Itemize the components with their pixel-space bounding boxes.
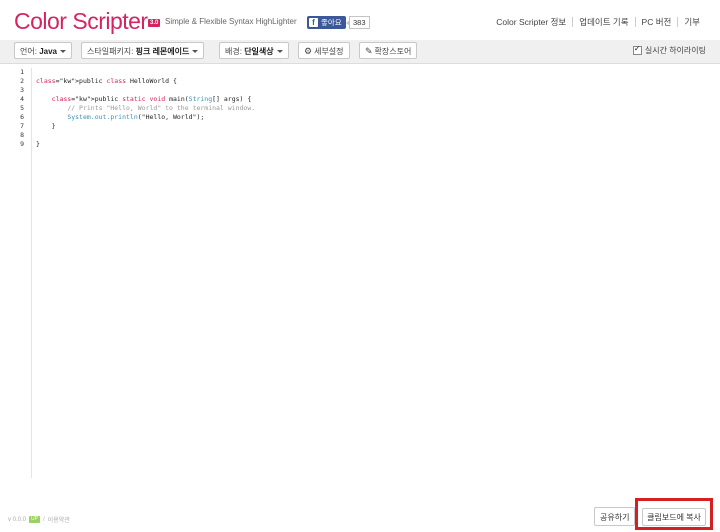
- facebook-like-button[interactable]: f 좋아요: [307, 16, 346, 29]
- extension-store-button[interactable]: ✎ 확장스토어: [359, 42, 418, 59]
- realtime-label: 실시간 하이라이팅: [644, 46, 706, 55]
- realtime-highlight-toggle[interactable]: 실시간 하이라이팅: [632, 44, 706, 56]
- code-content[interactable]: class="kw">public class HelloWorld { cla…: [36, 68, 255, 149]
- version-badge: 3.0: [148, 19, 161, 27]
- settings-label: 세부설정: [314, 47, 344, 56]
- line-number: 6: [20, 113, 24, 121]
- language-value: Java: [39, 47, 57, 56]
- style-label: 스타일패키지:: [87, 47, 134, 56]
- nav-item-pc-version[interactable]: PC 버전: [634, 17, 678, 27]
- realtime-checkbox[interactable]: [632, 44, 642, 55]
- tagline: Simple & Flexible Syntax HighLighter: [165, 17, 297, 26]
- toolbar: 언어: Java 스타일패키지: 핑크 레몬에이드 배경: 단일색상 ⚙ 세부설정…: [0, 40, 720, 64]
- app-logo[interactable]: Color Scripter: [14, 7, 148, 35]
- footer-info: v 0.0.0 UP / 이용약관: [8, 515, 70, 524]
- nav-item-donate[interactable]: 기부: [677, 17, 706, 27]
- line-number: 8: [20, 131, 24, 139]
- facebook-icon: f: [309, 18, 318, 27]
- chevron-down-icon: [276, 50, 283, 54]
- line-number: 2: [20, 77, 24, 85]
- background-label: 배경:: [225, 47, 242, 56]
- version-text: v 0.0.0: [8, 516, 27, 523]
- gear-icon: ⚙: [304, 46, 313, 56]
- code-editor[interactable]: 1 2 3 4 5 6 7 8 9 class="kw">public clas…: [0, 64, 720, 484]
- style-package-select[interactable]: 스타일패키지: 핑크 레몬에이드: [81, 42, 205, 59]
- copy-to-clipboard-button[interactable]: 클립보드에 복사: [642, 508, 706, 526]
- line-number: 5: [20, 104, 24, 112]
- update-badge: UP: [29, 516, 40, 523]
- nav-item-update-log[interactable]: 업데이트 기록: [572, 17, 634, 27]
- share-button[interactable]: 공유하기: [594, 507, 636, 526]
- line-number: 1: [20, 68, 24, 76]
- line-number: 4: [20, 95, 24, 103]
- facebook-like-label: 좋아요: [321, 18, 342, 27]
- settings-button[interactable]: ⚙ 세부설정: [298, 42, 350, 59]
- wrench-icon: ✎: [365, 46, 373, 56]
- line-number: 3: [20, 86, 24, 94]
- nav-item-about[interactable]: Color Scripter 정보: [490, 17, 572, 27]
- line-number-gutter: 1 2 3 4 5 6 7 8 9: [0, 68, 32, 478]
- background-select[interactable]: 배경: 단일색상: [219, 42, 289, 59]
- facebook-like-count: 383: [346, 16, 370, 29]
- extension-label: 확장스토어: [374, 47, 412, 56]
- style-value: 핑크 레몬에이드: [135, 47, 190, 56]
- header-bar: Color Scripter 3.0 Simple & Flexible Syn…: [0, 0, 720, 40]
- language-label: 언어:: [20, 47, 37, 56]
- chevron-down-icon: [59, 50, 66, 54]
- line-number: 7: [20, 122, 24, 130]
- top-nav: Color Scripter 정보 업데이트 기록 PC 버전 기부: [490, 17, 706, 27]
- terms-link[interactable]: 이용약관: [48, 515, 70, 524]
- copy-button-highlight: 클립보드에 복사: [635, 498, 713, 530]
- line-number: 9: [20, 140, 24, 148]
- background-value: 단일색상: [244, 47, 274, 56]
- language-select[interactable]: 언어: Java: [14, 42, 72, 59]
- footer-separator: /: [42, 516, 45, 523]
- chevron-down-icon: [192, 50, 199, 54]
